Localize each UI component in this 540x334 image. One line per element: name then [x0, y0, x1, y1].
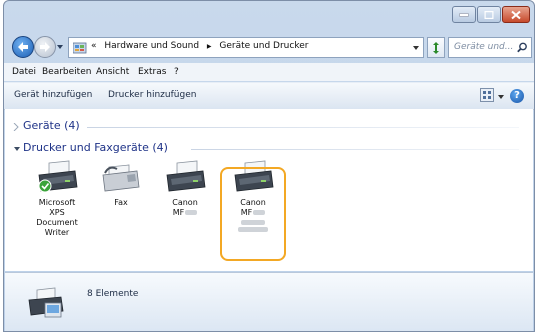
arrow-left-icon — [18, 42, 28, 52]
command-bar: Gerät hinzufügen Drucker hinzufügen ? — [4, 82, 534, 110]
view-options-dropdown[interactable] — [498, 95, 504, 99]
address-history-dropdown[interactable] — [413, 46, 419, 50]
breadcrumb-separator[interactable]: ▶ — [207, 43, 212, 50]
group-divider — [87, 127, 519, 128]
menu-edit[interactable]: Bearbeiten — [42, 67, 91, 77]
group-divider — [191, 149, 519, 150]
explorer-window: « Hardware und Sound ▶ Geräte und Drucke… — [3, 0, 535, 332]
fax-icon — [102, 164, 140, 192]
device-label-line: Canon — [172, 198, 198, 207]
breadcrumb-hardware-sound[interactable]: Hardware und Sound — [104, 41, 199, 51]
title-bar — [4, 1, 534, 29]
navigation-row: « Hardware und Sound ▶ Geräte und Drucke… — [4, 33, 534, 61]
breadcrumb-devices-printers[interactable]: Geräte und Drucker — [219, 41, 308, 51]
chevron-down-icon — [14, 147, 20, 151]
forward-button[interactable] — [34, 36, 56, 58]
device-label-line: XPS — [49, 208, 65, 217]
change-view-icon[interactable] — [480, 88, 494, 102]
control-panel-icon — [73, 42, 87, 54]
add-device-button[interactable]: Gerät hinzufügen — [14, 90, 92, 100]
recent-pages-dropdown[interactable] — [57, 45, 63, 49]
maximize-button[interactable] — [477, 6, 501, 23]
device-item[interactable]: Fax — [91, 159, 151, 208]
selection-highlight — [220, 167, 286, 261]
search-placeholder: Geräte und... — [454, 42, 514, 52]
device-label-line: MF — [155, 208, 215, 218]
item-count: 8 Elemente — [87, 289, 139, 299]
back-button[interactable] — [12, 36, 34, 58]
close-button[interactable] — [502, 6, 530, 23]
details-pane: 8 Elemente — [5, 272, 533, 331]
printer-icon — [166, 160, 206, 192]
maximize-icon — [484, 10, 494, 19]
chevron-right-icon — [13, 123, 19, 131]
refresh-icon — [433, 42, 439, 54]
device-item[interactable]: Microsoft XPS Document Writer — [27, 159, 87, 238]
address-bar[interactable]: « Hardware und Sound ▶ Geräte und Drucke… — [68, 37, 424, 58]
group-printers-label: Drucker und Faxgeräte (4) — [23, 141, 168, 154]
minimize-button[interactable] — [452, 6, 476, 23]
add-printer-button[interactable]: Drucker hinzufügen — [108, 90, 196, 100]
device-list: Geräte (4) Drucker und Faxgeräte (4) Mic… — [5, 109, 533, 271]
printer-default-icon — [38, 160, 78, 193]
group-devices-label: Geräte (4) — [23, 119, 80, 132]
menu-help[interactable]: ? — [174, 67, 179, 77]
menu-view[interactable]: Ansicht — [96, 67, 129, 77]
help-icon[interactable]: ? — [510, 89, 524, 103]
refresh-button[interactable] — [427, 37, 445, 58]
minimize-icon — [459, 13, 469, 16]
device-label-line: Fax — [114, 198, 128, 207]
arrow-right-icon — [40, 42, 50, 52]
device-item[interactable]: Canon MF — [155, 159, 215, 218]
menu-file[interactable]: Datei — [12, 67, 36, 77]
search-icon[interactable] — [517, 42, 528, 53]
group-printers[interactable]: Drucker und Faxgeräte (4) — [5, 139, 533, 159]
device-label-line: Writer — [44, 228, 70, 237]
breadcrumb-overflow[interactable]: « — [91, 41, 97, 51]
group-devices[interactable]: Geräte (4) — [5, 117, 533, 137]
search-box[interactable]: Geräte und... — [448, 37, 532, 58]
menu-bar: Datei Bearbeiten Ansicht Extras ? — [4, 63, 534, 81]
device-label-line: Document — [36, 218, 78, 227]
close-icon — [511, 10, 521, 19]
device-label-line: Microsoft — [38, 198, 76, 207]
devices-printers-icon — [28, 287, 64, 318]
menu-tools[interactable]: Extras — [138, 67, 166, 77]
